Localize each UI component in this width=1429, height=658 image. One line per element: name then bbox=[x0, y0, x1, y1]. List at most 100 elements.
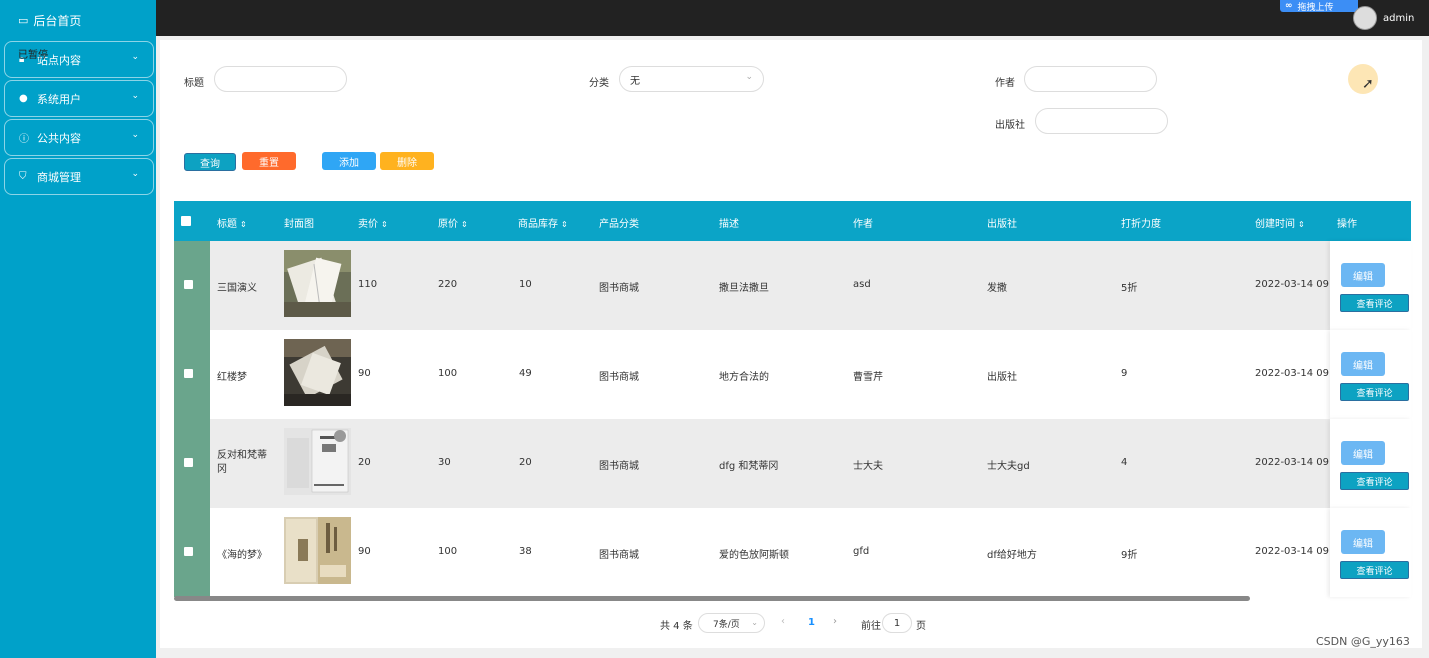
prev-page-icon[interactable]: ‹ bbox=[781, 616, 785, 627]
edit-button[interactable]: 编辑 bbox=[1341, 441, 1385, 465]
row-actions: 编辑 查看评论 bbox=[1330, 419, 1411, 508]
sort-icon: ⇕ bbox=[381, 220, 388, 229]
drag-upload-button[interactable]: ∞ 拖拽上传 bbox=[1280, 0, 1358, 13]
sidebar-item-label: 公共内容 bbox=[37, 131, 81, 145]
column-header-discount: 打折力度 bbox=[1121, 219, 1161, 230]
sort-icon: ⇕ bbox=[461, 220, 468, 229]
column-header-author: 作者 bbox=[853, 219, 873, 230]
title-label: 标题 bbox=[184, 78, 204, 89]
column-header-created[interactable]: 创建时间 ⇕ bbox=[1255, 215, 1305, 230]
row-checkbox[interactable] bbox=[184, 458, 193, 467]
row-checkbox-cell bbox=[174, 419, 210, 508]
cell-stock: 38 bbox=[519, 546, 532, 557]
cell-sale-price: 90 bbox=[358, 368, 371, 379]
cell-sale-price: 110 bbox=[358, 279, 378, 290]
title-input[interactable] bbox=[214, 66, 347, 92]
cell-original-price: 100 bbox=[438, 368, 458, 379]
chevron-down-icon: ⌄ bbox=[131, 169, 139, 179]
select-all-checkbox[interactable] bbox=[181, 216, 191, 226]
reset-button[interactable]: 重置 bbox=[242, 152, 296, 170]
cell-stock: 49 bbox=[519, 368, 532, 379]
cell-title: 红楼梦 bbox=[217, 372, 247, 383]
author-input[interactable] bbox=[1024, 66, 1157, 92]
view-reviews-button[interactable]: 查看评论 bbox=[1340, 472, 1409, 490]
table-header: 标题 ⇕ 封面图 卖价 ⇕ 原价 ⇕ 商品库存 ⇕ 产品分类 描述 作者 出版社 打折力… bbox=[174, 201, 1411, 241]
category-select[interactable]: 无 ⌄ bbox=[619, 66, 764, 92]
sort-icon: ⇕ bbox=[561, 220, 568, 229]
sidebar-item-public-content[interactable]: ⓘ 公共内容 ⌄ bbox=[4, 119, 154, 156]
bag-icon: ⛉ bbox=[19, 171, 27, 182]
cell-original-price: 100 bbox=[438, 546, 458, 557]
author-label: 作者 bbox=[995, 78, 1015, 89]
row-actions: 编辑 查看评论 bbox=[1330, 330, 1411, 419]
horizontal-scrollbar[interactable] bbox=[174, 596, 1250, 601]
publisher-input[interactable] bbox=[1035, 108, 1168, 134]
sidebar-item-label: 系统用户 bbox=[37, 92, 81, 106]
cell-discount: 9 bbox=[1121, 368, 1128, 379]
row-checkbox-cell bbox=[174, 508, 210, 597]
cell-sale-price: 20 bbox=[358, 457, 371, 468]
avatar[interactable] bbox=[1353, 6, 1377, 30]
user-name[interactable]: admin bbox=[1383, 13, 1414, 24]
column-header-actions: 操作 bbox=[1337, 219, 1357, 230]
paused-tag: 已暂停 bbox=[18, 50, 48, 61]
next-page-icon[interactable]: › bbox=[833, 616, 837, 627]
cell-discount: 9折 bbox=[1121, 550, 1138, 561]
upload-label: 拖拽上传 bbox=[1297, 2, 1334, 13]
cell-discount: 5折 bbox=[1121, 283, 1138, 294]
chevron-down-icon: ⌄ bbox=[131, 130, 139, 140]
cell-original-price: 220 bbox=[438, 279, 458, 290]
chevron-down-icon: ⌄ bbox=[751, 618, 758, 627]
sidebar-item-mall[interactable]: ⛉ 商城管理 ⌄ bbox=[4, 158, 154, 195]
cover-image bbox=[284, 517, 351, 584]
sort-icon: ⇕ bbox=[1298, 220, 1305, 229]
cell-category: 图书商城 bbox=[599, 550, 639, 561]
current-page[interactable]: 1 bbox=[808, 617, 815, 628]
sidebar-item-label: 商城管理 bbox=[37, 170, 81, 184]
delete-button[interactable]: 删除 bbox=[380, 152, 434, 170]
view-reviews-button[interactable]: 查看评论 bbox=[1340, 294, 1409, 312]
cell-description: 爱的色放阿斯顿 bbox=[719, 550, 789, 561]
goto-label: 前往 bbox=[861, 621, 881, 632]
table-row: 反对和梵蒂冈 20 30 20 图书商城 dfg 和梵蒂冈 士大夫 士大夫gd … bbox=[174, 419, 1411, 508]
edit-button[interactable]: 编辑 bbox=[1341, 263, 1385, 287]
column-header-title[interactable]: 标题 ⇕ bbox=[217, 215, 247, 230]
column-header-original-price[interactable]: 原价 ⇕ bbox=[438, 215, 468, 230]
row-checkbox[interactable] bbox=[184, 547, 193, 556]
cover-image bbox=[284, 339, 351, 406]
cell-stock: 20 bbox=[519, 457, 532, 468]
view-reviews-button[interactable]: 查看评论 bbox=[1340, 561, 1409, 579]
sidebar-home[interactable]: ▭ 后台首页 bbox=[0, 2, 156, 38]
view-reviews-button[interactable]: 查看评论 bbox=[1340, 383, 1409, 401]
page-unit-label: 页 bbox=[916, 621, 926, 632]
row-checkbox[interactable] bbox=[184, 369, 193, 378]
goto-page-input[interactable]: 1 bbox=[882, 613, 912, 633]
cell-author: gfd bbox=[853, 546, 870, 557]
column-header-sale-price[interactable]: 卖价 ⇕ bbox=[358, 215, 388, 230]
query-button[interactable]: 查询 bbox=[184, 153, 236, 171]
infinity-icon: ∞ bbox=[1285, 1, 1293, 11]
page-size-select[interactable]: 7条/页 ⌄ bbox=[698, 613, 765, 633]
cell-original-price: 30 bbox=[438, 457, 451, 468]
pagination-total: 共 4 条 bbox=[660, 621, 693, 632]
cell-author: 士大夫 bbox=[853, 461, 883, 472]
row-checkbox-cell bbox=[174, 241, 210, 330]
chevron-down-icon: ⌄ bbox=[131, 91, 139, 101]
edit-button[interactable]: 编辑 bbox=[1341, 352, 1385, 376]
sidebar-item-system-users[interactable]: ● 系统用户 ⌄ bbox=[4, 80, 154, 117]
table-row: 三国演义 110 220 10 图书商城 撒旦法撒旦 asd 发撒 5折 202… bbox=[174, 241, 1411, 330]
sidebar-home-label: 后台首页 bbox=[33, 13, 82, 28]
cell-category: 图书商城 bbox=[599, 372, 639, 383]
row-checkbox[interactable] bbox=[184, 280, 193, 289]
column-header-publisher: 出版社 bbox=[987, 219, 1017, 230]
add-button[interactable]: 添加 bbox=[322, 152, 376, 170]
cell-title: 三国演义 bbox=[217, 283, 257, 294]
cell-publisher: df给好地方 bbox=[987, 550, 1037, 561]
column-header-stock[interactable]: 商品库存 ⇕ bbox=[518, 215, 568, 230]
cell-description: 撒旦法撒旦 bbox=[719, 283, 769, 294]
column-header-description: 描述 bbox=[719, 219, 739, 230]
category-value: 无 bbox=[630, 75, 640, 87]
cover-image bbox=[284, 428, 351, 495]
edit-button[interactable]: 编辑 bbox=[1341, 530, 1385, 554]
topbar bbox=[156, 0, 1429, 36]
